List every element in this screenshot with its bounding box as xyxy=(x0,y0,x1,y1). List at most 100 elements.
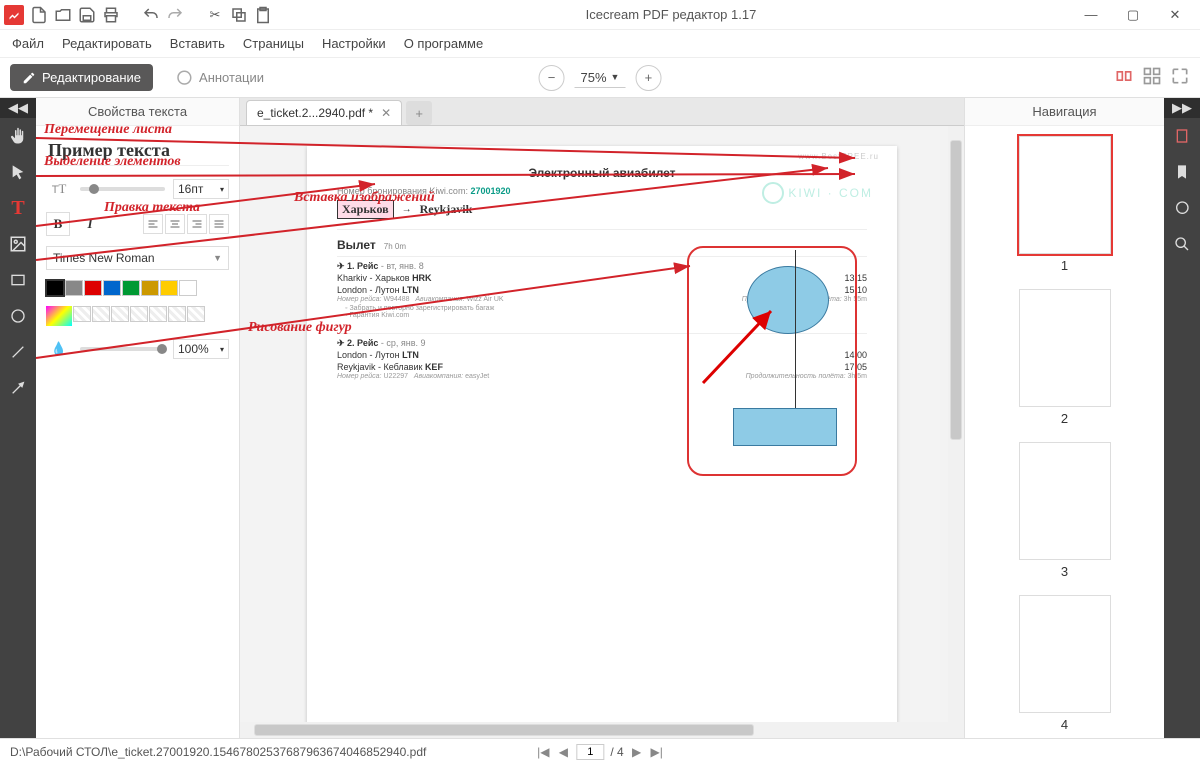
circle-tool-icon[interactable] xyxy=(0,298,36,334)
italic-button[interactable]: I xyxy=(78,212,102,236)
copy-icon[interactable] xyxy=(230,6,248,24)
align-left-icon[interactable] xyxy=(143,214,163,234)
search-tab-icon[interactable] xyxy=(1164,226,1200,262)
font-size-icon: TT xyxy=(46,176,72,202)
main-toolbar: Редактирование Аннотации − 75% ▼ + xyxy=(0,58,1200,98)
navigation-panel: Навигация 1 2 3 4 xyxy=(964,98,1164,738)
close-tab-icon[interactable]: ✕ xyxy=(381,106,391,120)
paste-icon[interactable] xyxy=(254,6,272,24)
page-input[interactable] xyxy=(576,744,604,760)
swatch-none-4[interactable] xyxy=(130,306,148,322)
rect-tool-icon[interactable] xyxy=(0,262,36,298)
image-tool-icon[interactable] xyxy=(0,226,36,262)
nav-title: Навигация xyxy=(965,98,1164,126)
swatch-none-5[interactable] xyxy=(149,306,167,322)
new-icon[interactable] xyxy=(30,6,48,24)
menu-file[interactable]: Файл xyxy=(12,36,44,51)
tab-file[interactable]: e_ticket.2...2940.pdf *✕ xyxy=(246,100,402,125)
arrow-tool-icon[interactable] xyxy=(0,370,36,406)
thumb-1[interactable] xyxy=(1019,136,1111,254)
swatch-blue[interactable] xyxy=(103,280,121,296)
city-from-selected[interactable]: Харьков xyxy=(337,200,394,219)
align-justify-icon[interactable] xyxy=(209,214,229,234)
swatch-none-3[interactable] xyxy=(111,306,129,322)
prev-page-icon[interactable]: ◀ xyxy=(556,745,570,759)
zoom-value[interactable]: 75% ▼ xyxy=(575,68,626,88)
hand-tool-icon[interactable] xyxy=(0,118,36,154)
menu-pages[interactable]: Страницы xyxy=(243,36,304,51)
menu-edit[interactable]: Редактировать xyxy=(62,36,152,51)
collapse-right-icon[interactable]: ▶▶ xyxy=(1164,98,1200,118)
edit-mode-button[interactable]: Редактирование xyxy=(10,64,153,91)
props-title: Свойства текста xyxy=(36,98,239,126)
save-icon[interactable] xyxy=(78,6,96,24)
swatch-red[interactable] xyxy=(84,280,102,296)
redo-icon[interactable] xyxy=(166,6,184,24)
undo-icon[interactable] xyxy=(142,6,160,24)
pdf-page[interactable]: www.BestFREE.ru Электронный авиабилет Но… xyxy=(307,146,897,722)
thumbnails[interactable]: 1 2 3 4 xyxy=(965,126,1164,738)
menu-about[interactable]: О программе xyxy=(404,36,484,51)
menu-settings[interactable]: Настройки xyxy=(322,36,386,51)
comments-tab-icon[interactable] xyxy=(1164,190,1200,226)
text-tool-icon[interactable]: T xyxy=(0,190,36,226)
opacity-value[interactable]: 100%▾ xyxy=(173,339,229,359)
select-tool-icon[interactable] xyxy=(0,154,36,190)
minimize-button[interactable]: — xyxy=(1070,0,1112,30)
main-area: ◀◀ T Свойства текста Пример текста TT 16… xyxy=(0,98,1200,738)
opacity-icon: 💧 xyxy=(46,336,72,362)
print-icon[interactable] xyxy=(102,6,120,24)
cut-icon[interactable]: ✂ xyxy=(206,6,224,24)
swatch-white[interactable] xyxy=(179,280,197,296)
collapse-left-icon[interactable]: ◀◀ xyxy=(0,98,36,118)
close-button[interactable]: ✕ xyxy=(1154,0,1196,30)
fit-width-icon[interactable] xyxy=(1114,66,1134,89)
vertical-scrollbar[interactable] xyxy=(948,126,964,722)
quick-access: ✂ xyxy=(30,6,272,24)
swatch-olive[interactable] xyxy=(141,280,159,296)
font-size-slider[interactable] xyxy=(80,187,165,191)
next-page-icon[interactable]: ▶ xyxy=(630,745,644,759)
thumb-2[interactable] xyxy=(1019,289,1111,407)
fullscreen-icon[interactable] xyxy=(1170,66,1190,89)
menu-insert[interactable]: Вставить xyxy=(170,36,225,51)
swatch-yellow[interactable] xyxy=(160,280,178,296)
kiwi-logo: KIWI · COM xyxy=(762,182,873,204)
grid-view-icon[interactable] xyxy=(1142,66,1162,89)
zoom-out-button[interactable]: − xyxy=(539,65,565,91)
swatch-none-7[interactable] xyxy=(187,306,205,322)
first-page-icon[interactable]: |◀ xyxy=(536,745,550,759)
properties-panel: Свойства текста Пример текста TT 16пт▾ B… xyxy=(36,98,240,738)
color-picker-icon[interactable] xyxy=(46,306,72,326)
new-tab-button[interactable]: + xyxy=(406,101,432,125)
bold-button[interactable]: B xyxy=(46,212,70,236)
font-select[interactable]: Times New Roman▼ xyxy=(46,246,229,270)
swatch-black[interactable] xyxy=(46,280,64,296)
depart-label: Вылет xyxy=(337,238,376,252)
align-center-icon[interactable] xyxy=(165,214,185,234)
swatch-green[interactable] xyxy=(122,280,140,296)
horizontal-scrollbar[interactable] xyxy=(240,722,964,738)
rect-shape[interactable] xyxy=(733,408,837,446)
swatch-none-1[interactable] xyxy=(73,306,91,322)
annotate-mode-button[interactable]: Аннотации xyxy=(163,63,276,93)
line-tool-icon[interactable] xyxy=(0,334,36,370)
thumb-4[interactable] xyxy=(1019,595,1111,713)
thumb-3[interactable] xyxy=(1019,442,1111,560)
bookmarks-tab-icon[interactable] xyxy=(1164,154,1200,190)
align-right-icon[interactable] xyxy=(187,214,207,234)
drawn-shapes xyxy=(687,246,857,476)
maximize-button[interactable]: ▢ xyxy=(1112,0,1154,30)
swatch-none-6[interactable] xyxy=(168,306,186,322)
thumbnails-tab-icon[interactable] xyxy=(1164,118,1200,154)
opacity-slider[interactable] xyxy=(80,347,165,351)
document-area: e_ticket.2...2940.pdf *✕ + www.BestFREE.… xyxy=(240,98,964,738)
canvas[interactable]: www.BestFREE.ru Электронный авиабилет Но… xyxy=(240,126,964,722)
zoom-in-button[interactable]: + xyxy=(635,65,661,91)
swatch-none-2[interactable] xyxy=(92,306,110,322)
swatch-grey[interactable] xyxy=(65,280,83,296)
last-page-icon[interactable]: ▶| xyxy=(650,745,664,759)
open-icon[interactable] xyxy=(54,6,72,24)
font-size-value[interactable]: 16пт▾ xyxy=(173,179,229,199)
city-to: Reykjavik xyxy=(420,202,473,217)
